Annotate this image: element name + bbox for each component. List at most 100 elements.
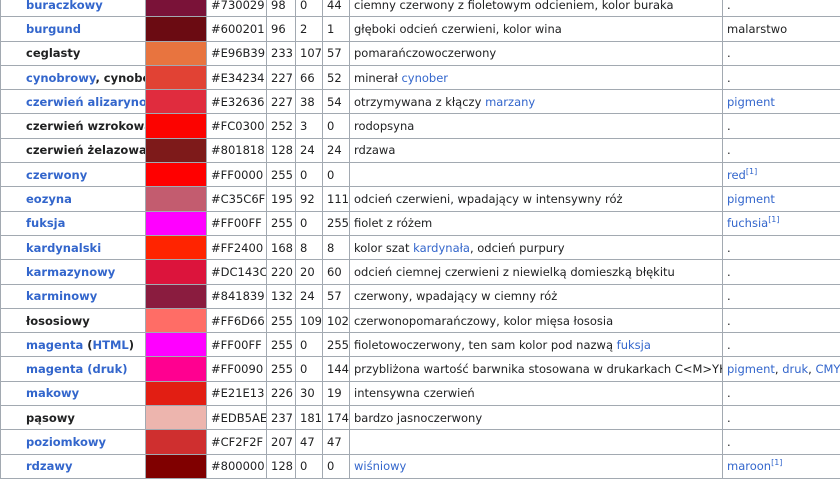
- color-swatch: [145, 113, 207, 139]
- description-link[interactable]: kardynała: [413, 241, 470, 255]
- color-name-link[interactable]: magenta (druk): [26, 362, 127, 376]
- color-name-link[interactable]: rdzawy: [26, 459, 72, 473]
- rgb-r-cell: 255: [266, 162, 296, 188]
- notes-link[interactable]: CMYK: [815, 362, 840, 376]
- color-name-link[interactable]: burgund: [26, 22, 81, 36]
- page-content: buraczkowy #730029 98 0 44 ciemny czerwony z …: [0, 0, 840, 479]
- color-swatch: [145, 137, 207, 164]
- color-name-text: czerwień wzrokowa: [26, 119, 146, 134]
- colors-table: buraczkowy #730029 98 0 44 ciemny czerwony z …: [0, 0, 840, 479]
- rgb-g-cell: 92: [295, 186, 323, 212]
- description-text: intensywna czerwień: [354, 386, 475, 401]
- rgb-b-cell: 24: [322, 137, 350, 164]
- notes-link[interactable]: druk: [782, 362, 808, 376]
- color-row: rdzawy #800000 128 0 0 wiśniowy maroon[1]: [0, 453, 840, 479]
- notes-cell: pigment: [722, 89, 840, 115]
- rgb-g-cell: 24: [295, 137, 323, 164]
- notes-text: .: [727, 70, 731, 85]
- color-name-link[interactable]: karmazynowy: [26, 265, 115, 279]
- hex-code-cell: #FF00FF: [206, 210, 267, 236]
- hex-code-cell: #FF6D66: [206, 307, 267, 334]
- description-link[interactable]: cynober: [401, 71, 448, 85]
- color-row: eozyna #C35C6F 195 92 111 odcień czerwieni, w…: [0, 186, 840, 212]
- notes-cell: .: [722, 405, 840, 431]
- hex-code-cell: #FC0300: [206, 113, 267, 139]
- rgb-b-cell: 144: [322, 356, 350, 382]
- description-cell: [349, 162, 723, 188]
- rgb-r-cell: 233: [266, 40, 296, 66]
- notes-link[interactable]: pigment: [727, 192, 775, 206]
- rgb-r-cell: 237: [266, 405, 296, 431]
- description-link[interactable]: wiśniowy: [354, 459, 406, 473]
- notes-link[interactable]: maroon: [727, 459, 771, 473]
- reference-link[interactable]: [1]: [768, 215, 779, 224]
- notes-link[interactable]: pigment: [727, 362, 775, 376]
- color-name-cell: łososiowy: [0, 307, 146, 334]
- hex-code-cell: #730029: [206, 0, 267, 18]
- color-name-link[interactable]: magenta: [26, 338, 83, 352]
- color-name-link[interactable]: czerwony: [26, 168, 87, 182]
- reference-link[interactable]: [1]: [746, 167, 757, 176]
- hex-code-cell: #C35C6F: [206, 186, 267, 212]
- hex-code-cell: #E32636: [206, 89, 267, 115]
- rgb-g-cell: 24: [295, 283, 323, 309]
- notes-text: .: [727, 337, 731, 352]
- notes-cell: .: [722, 40, 840, 66]
- color-row: czerwony #FF0000 255 0 0 red[1]: [0, 162, 840, 188]
- description-cell: ciemny czerwony z fioletowym odcieniem, …: [349, 0, 723, 18]
- color-row: makowy #E21E13 226 30 19 intensywna czerwień.: [0, 380, 840, 407]
- rgb-b-cell: 19: [322, 380, 350, 407]
- color-name-link[interactable]: fuksja: [26, 216, 65, 230]
- rgb-r-cell: 98: [266, 0, 296, 18]
- color-name-cell: karmazynowy: [0, 259, 146, 285]
- color-name-link[interactable]: cynobrowy: [26, 71, 95, 85]
- rgb-g-cell: 38: [295, 89, 323, 115]
- color-name-link[interactable]: czerwień alizarynowa: [26, 95, 145, 109]
- notes-cell: .: [722, 259, 840, 285]
- notes-link[interactable]: fuchsia: [727, 216, 768, 230]
- rgb-g-cell: 0: [295, 453, 323, 479]
- rgb-r-cell: 168: [266, 234, 296, 261]
- color-swatch: [145, 307, 207, 334]
- description-text: odcień ciemnej czerwieni z niewielką dom…: [354, 264, 675, 279]
- rgb-r-cell: 207: [266, 429, 296, 455]
- description-cell: czerwony, wpadający w ciemny róż: [349, 283, 723, 309]
- rgb-b-cell: 111: [322, 186, 350, 212]
- color-name-cell: czerwony: [0, 162, 146, 188]
- description-text: przybliżona wartość barwnika stosowana w…: [354, 362, 723, 377]
- color-swatch: [145, 210, 207, 236]
- color-name-link[interactable]: makowy: [26, 386, 79, 400]
- notes-cell: .: [722, 64, 840, 91]
- color-name-link[interactable]: poziomkowy: [26, 435, 106, 449]
- color-name-link[interactable]: buraczkowy: [26, 0, 103, 12]
- rgb-b-cell: 174: [322, 405, 350, 431]
- notes-cell: pigment: [722, 186, 840, 212]
- color-name-cell: eozyna: [0, 186, 146, 212]
- hex-code-cell: #EDB5AE: [206, 405, 267, 431]
- notes-link[interactable]: pigment: [727, 95, 775, 109]
- color-name-text: czerwień żelazowa: [26, 143, 146, 158]
- hex-code-cell: #CF2F2F: [206, 429, 267, 455]
- description-cell: otrzymywana z kłączy marzany: [349, 89, 723, 115]
- color-swatch: [145, 162, 207, 188]
- description-link[interactable]: marzany: [485, 95, 535, 109]
- description-text: kolor szat: [354, 240, 414, 255]
- color-name-link[interactable]: eozyna: [26, 192, 72, 206]
- description-cell: rdzawa: [349, 137, 723, 164]
- description-cell: odcień czerwieni, wpadający w intensywny…: [349, 186, 723, 212]
- notes-cell: .: [722, 332, 840, 358]
- notes-link[interactable]: red: [727, 168, 746, 182]
- color-row: buraczkowy #730029 98 0 44 ciemny czerwony z …: [0, 0, 840, 18]
- color-name-text: łososiowy: [26, 313, 90, 328]
- description-text: odcień czerwieni, wpadający w intensywny…: [354, 192, 623, 207]
- color-name-link[interactable]: karminowy: [26, 289, 97, 303]
- color-row: burgund #600201 96 2 1 głęboki odcień czerwie…: [0, 16, 840, 42]
- color-name-link[interactable]: kardynalski: [26, 241, 101, 255]
- rgb-g-cell: 0: [295, 356, 323, 382]
- description-cell: odcień ciemnej czerwieni z niewielką dom…: [349, 259, 723, 285]
- hex-code-cell: #E34234: [206, 64, 267, 91]
- color-name-link[interactable]: HTML: [93, 338, 129, 352]
- notes-cell: .: [722, 380, 840, 407]
- reference-link[interactable]: [1]: [771, 458, 782, 467]
- description-link[interactable]: fuksja: [617, 338, 651, 352]
